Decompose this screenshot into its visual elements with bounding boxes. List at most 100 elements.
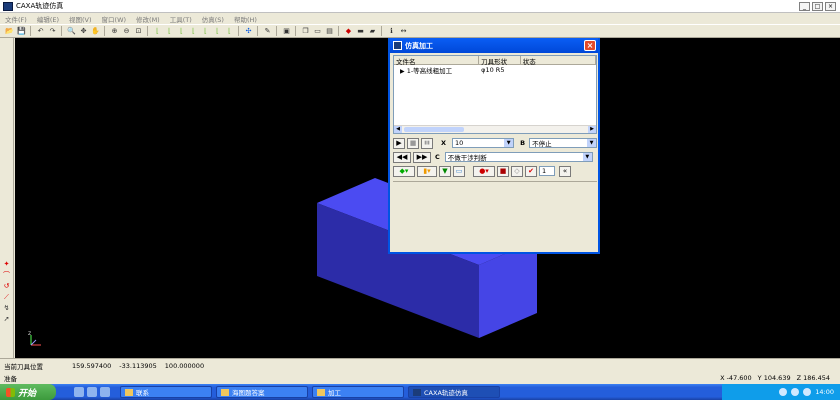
b-select[interactable]: 不停止 ▼ bbox=[529, 138, 597, 148]
task-machining[interactable]: 加工 bbox=[312, 386, 404, 398]
display-mode-icon[interactable]: ◆▾ bbox=[393, 165, 415, 177]
view-right-icon[interactable]: ⌊ bbox=[188, 26, 199, 36]
menu-view[interactable]: 视图(V) bbox=[64, 14, 97, 24]
line-icon[interactable]: ⟋ bbox=[2, 293, 11, 302]
stop-button[interactable]: ■ bbox=[407, 137, 419, 149]
c-select[interactable]: 不做干涉判断 ▼ bbox=[444, 152, 593, 162]
axis-triad-icon: z bbox=[28, 330, 41, 346]
view-top-icon[interactable]: ⌊ bbox=[200, 26, 211, 36]
menu-help[interactable]: 帮助(H) bbox=[229, 14, 262, 24]
step-button[interactable]: ▮▮ bbox=[421, 137, 433, 149]
app-icon bbox=[3, 1, 13, 11]
menu-edit[interactable]: 编辑(E) bbox=[32, 14, 64, 24]
point-icon[interactable]: ✦ bbox=[2, 260, 11, 269]
task-caxa[interactable]: CAXA轨迹仿真 bbox=[408, 386, 500, 398]
measure-icon[interactable]: ↔ bbox=[398, 26, 409, 36]
position-z: 100.000000 bbox=[164, 361, 205, 370]
menu-simulation[interactable]: 仿真(S) bbox=[197, 14, 229, 24]
menu-modify[interactable]: 修改(M) bbox=[131, 14, 165, 24]
toolbar-separator bbox=[238, 26, 242, 36]
dialog-body-empty bbox=[393, 181, 597, 249]
view-iso-icon[interactable]: ⌊ bbox=[224, 26, 235, 36]
tray-icon[interactable] bbox=[779, 388, 788, 396]
view-left-icon[interactable]: ⌊ bbox=[176, 26, 187, 36]
pan-icon[interactable]: ✥ bbox=[78, 26, 89, 36]
draw-icon[interactable]: ✎ bbox=[262, 26, 273, 36]
media-icon[interactable] bbox=[87, 387, 97, 397]
chevron-down-icon: ▼ bbox=[504, 139, 514, 147]
filter-icon[interactable]: ▼ bbox=[439, 165, 451, 177]
zoom-icon[interactable]: 🔍 bbox=[66, 26, 77, 36]
arc2-icon[interactable]: ↺ bbox=[2, 282, 11, 291]
play-button[interactable]: ▶ bbox=[393, 137, 405, 149]
toolbar-separator bbox=[147, 26, 151, 36]
move-icon[interactable]: ✣ bbox=[243, 26, 254, 36]
horizontal-scrollbar[interactable]: ◀ ▶ bbox=[394, 125, 596, 133]
redo-icon[interactable]: ↷ bbox=[47, 26, 58, 36]
cut-color-icon[interactable]: ■ bbox=[497, 165, 509, 177]
tray-icon[interactable] bbox=[791, 388, 800, 396]
surface-icon[interactable]: ▰ bbox=[367, 26, 378, 36]
panel-icon[interactable]: ▤ bbox=[324, 26, 335, 36]
view-bottom-icon[interactable]: ⌊ bbox=[212, 26, 223, 36]
arc-icon[interactable]: ⌒ bbox=[2, 271, 11, 280]
tool-display-icon[interactable]: ▮▾ bbox=[417, 165, 437, 177]
rewind-button[interactable]: ◀◀ bbox=[393, 151, 411, 163]
clock[interactable]: 14:00 bbox=[815, 388, 834, 396]
step-input[interactable]: 1 bbox=[539, 166, 555, 176]
info-icon[interactable]: ℹ bbox=[386, 26, 397, 36]
box-icon[interactable]: ▣ bbox=[281, 26, 292, 36]
close-button[interactable]: × bbox=[825, 2, 836, 11]
minimize-button[interactable]: _ bbox=[799, 2, 810, 11]
dialog-close-button[interactable]: × bbox=[584, 40, 596, 51]
volume-icon[interactable] bbox=[803, 388, 812, 396]
polyline-icon[interactable]: ↯ bbox=[2, 304, 11, 313]
path-list[interactable]: 文件名 刀具形状 状态 ▶ 1-等高线粗加工 φ10 R5 ◀ ▶ bbox=[393, 55, 597, 134]
main-toolbar: 📂 💾 ↶ ↷ 🔍 ✥ ✋ ⊕ ⊖ ⊡ ⌊ ⌊ ⌊ ⌊ ⌊ ⌊ ⌊ ✣ ✎ ▣ ❐ ▭ ▤ ◆ ▬ ▰ ℹ ↔ bbox=[0, 24, 840, 38]
blank-icon[interactable]: ▬ bbox=[355, 26, 366, 36]
coord-z: Z 186.454 bbox=[796, 374, 830, 382]
task-answers[interactable]: 海图题答案 bbox=[216, 386, 308, 398]
expand-arrow-icon[interactable]: ▶ bbox=[400, 68, 405, 75]
fast-forward-button[interactable]: ▶▶ bbox=[413, 151, 431, 163]
confirm-icon[interactable]: ✔ bbox=[525, 165, 537, 177]
ie-icon[interactable] bbox=[74, 387, 84, 397]
taskbar: 开始 联系 海图题答案 加工 CAXA轨迹仿真 14:00 bbox=[0, 384, 840, 400]
chevron-down-icon: ▼ bbox=[587, 139, 596, 147]
collapse-button[interactable]: « bbox=[559, 165, 571, 177]
col-tool-shape[interactable]: 刀具形状 bbox=[479, 56, 521, 66]
task-contact[interactable]: 联系 bbox=[120, 386, 212, 398]
tool-color-icon[interactable]: ◆ bbox=[343, 26, 354, 36]
zoom-out-icon[interactable]: ⊖ bbox=[121, 26, 132, 36]
eraser-icon[interactable]: ◇ bbox=[511, 165, 523, 177]
open-icon[interactable]: 📂 bbox=[4, 26, 15, 36]
svg-text:z: z bbox=[28, 330, 31, 337]
window-icon[interactable]: ▭ bbox=[312, 26, 323, 36]
zoom-in-icon[interactable]: ⊕ bbox=[109, 26, 120, 36]
save-icon[interactable]: 💾 bbox=[16, 26, 27, 36]
menu-file[interactable]: 文件(F) bbox=[0, 14, 32, 24]
point-display-icon[interactable]: ●▾ bbox=[473, 165, 495, 177]
zoom-window-icon[interactable]: ⊡ bbox=[133, 26, 144, 36]
view-back-icon[interactable]: ⌊ bbox=[164, 26, 175, 36]
hand-icon[interactable]: ✋ bbox=[90, 26, 101, 36]
chevron-down-icon: ▼ bbox=[582, 153, 592, 161]
layer-icon[interactable]: ❐ bbox=[300, 26, 311, 36]
x-select[interactable]: 10 ▼ bbox=[452, 138, 515, 148]
menu-tools[interactable]: 工具(T) bbox=[165, 14, 197, 24]
scroll-right-icon[interactable]: ▶ bbox=[588, 126, 596, 133]
start-button[interactable]: 开始 bbox=[0, 384, 56, 400]
col-status[interactable]: 状态 bbox=[521, 56, 596, 66]
undo-icon[interactable]: ↶ bbox=[35, 26, 46, 36]
surface-icon[interactable]: ▭ bbox=[453, 165, 465, 177]
scroll-thumb[interactable] bbox=[404, 127, 464, 132]
scroll-left-icon[interactable]: ◀ bbox=[394, 126, 402, 133]
cursor-icon[interactable]: ➚ bbox=[2, 315, 11, 324]
view-front-icon[interactable]: ⌊ bbox=[152, 26, 163, 36]
caxa-icon bbox=[413, 388, 421, 396]
col-filename[interactable]: 文件名 bbox=[394, 56, 480, 66]
table-row[interactable]: ▶ 1-等高线粗加工 φ10 R5 bbox=[394, 65, 596, 75]
menu-window[interactable]: 窗口(W) bbox=[97, 14, 132, 24]
desktop-icon[interactable] bbox=[100, 387, 110, 397]
maximize-button[interactable]: □ bbox=[812, 2, 823, 11]
